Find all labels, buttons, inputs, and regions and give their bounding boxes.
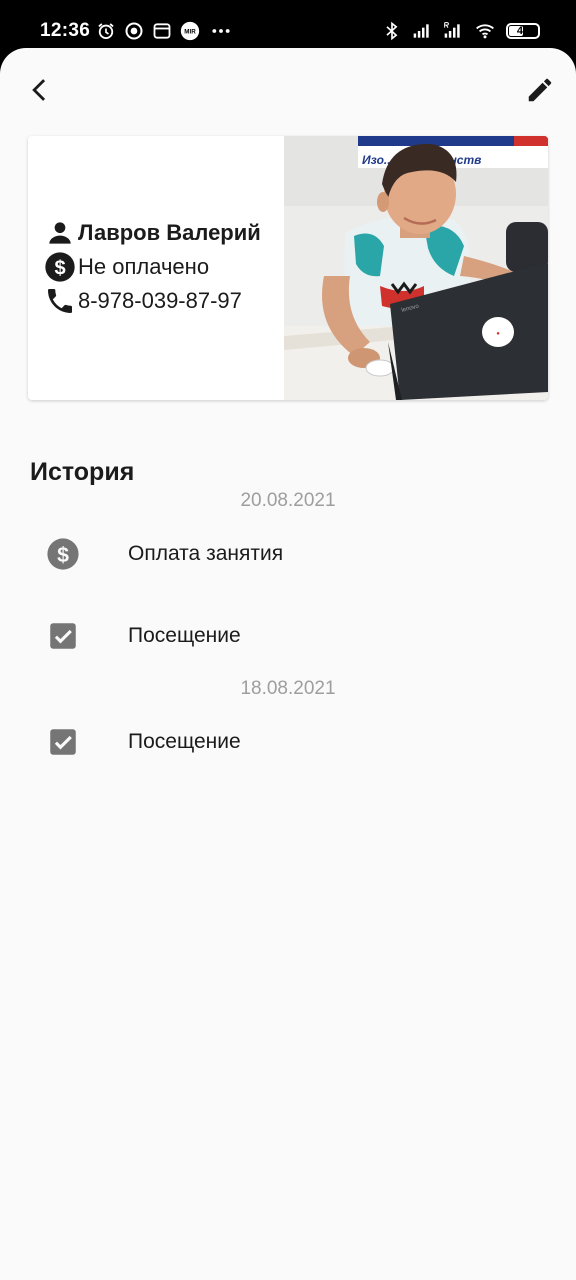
alarm-icon bbox=[98, 23, 114, 39]
payment-status-row: $ Не оплачено bbox=[44, 250, 284, 284]
payment-status: Не оплачено bbox=[78, 254, 210, 279]
history-date: 18.08.2021 bbox=[240, 678, 336, 699]
edit-button[interactable] bbox=[516, 66, 564, 114]
bluetooth-icon bbox=[386, 21, 398, 41]
svg-text:$: $ bbox=[57, 543, 69, 567]
signal-roaming-icon bbox=[444, 22, 460, 38]
phone-number[interactable]: 8-978-039-87-97 bbox=[78, 288, 242, 314]
signal-icon bbox=[413, 24, 429, 38]
history-item-label: Посещение bbox=[128, 624, 241, 647]
target-icon bbox=[125, 22, 143, 40]
status-system-icons: 48 bbox=[382, 21, 540, 41]
dollar-circle-icon: $ bbox=[47, 538, 79, 570]
history-item-label: Посещение bbox=[128, 730, 241, 753]
dollar-circle-icon: $ bbox=[45, 252, 75, 282]
svg-text:●: ● bbox=[496, 331, 500, 337]
battery-level: 48 bbox=[516, 25, 530, 37]
status-time: 12:36 bbox=[40, 20, 91, 41]
history-item-payment[interactable]: $ Оплата занятия bbox=[0, 524, 576, 584]
phone-icon bbox=[48, 289, 72, 313]
history-date: 20.08.2021 bbox=[240, 490, 336, 511]
pencil-icon bbox=[528, 78, 552, 102]
person-icon bbox=[49, 222, 71, 244]
student-detail-screen: Лавров Валерий $ Не оплачено 8-978-039-8… bbox=[0, 48, 576, 1280]
student-photo: Изо... совершенств bbox=[284, 136, 548, 400]
more-dots-icon bbox=[212, 29, 230, 33]
battery-indicator: 48 bbox=[506, 23, 540, 39]
history-item-label: Оплата занятия bbox=[128, 542, 284, 565]
student-name-row: Лавров Валерий bbox=[44, 216, 284, 250]
student-name: Лавров Валерий bbox=[78, 220, 261, 245]
phone-row: 8-978-039-87-97 bbox=[44, 284, 284, 318]
wifi-icon bbox=[476, 24, 494, 39]
mir-icon: MIR bbox=[180, 21, 200, 41]
student-card[interactable]: Лавров Валерий $ Не оплачено 8-978-039-8… bbox=[28, 136, 548, 400]
history-item-visit[interactable]: Посещение bbox=[0, 712, 576, 772]
history-item-visit[interactable]: Посещение bbox=[0, 606, 576, 666]
checkbox-checked-icon bbox=[50, 623, 76, 649]
student-info: Лавров Валерий $ Не оплачено 8-978-039-8… bbox=[44, 216, 284, 318]
checkbox-checked-icon bbox=[50, 729, 76, 755]
back-button[interactable] bbox=[16, 66, 64, 114]
arrow-back-icon bbox=[32, 79, 46, 101]
status-notification-icons: MIR bbox=[96, 21, 234, 41]
svg-text:$: $ bbox=[54, 257, 65, 279]
window-icon bbox=[153, 23, 171, 39]
mir-label: MIR bbox=[184, 29, 196, 36]
history-title: История bbox=[30, 458, 135, 486]
